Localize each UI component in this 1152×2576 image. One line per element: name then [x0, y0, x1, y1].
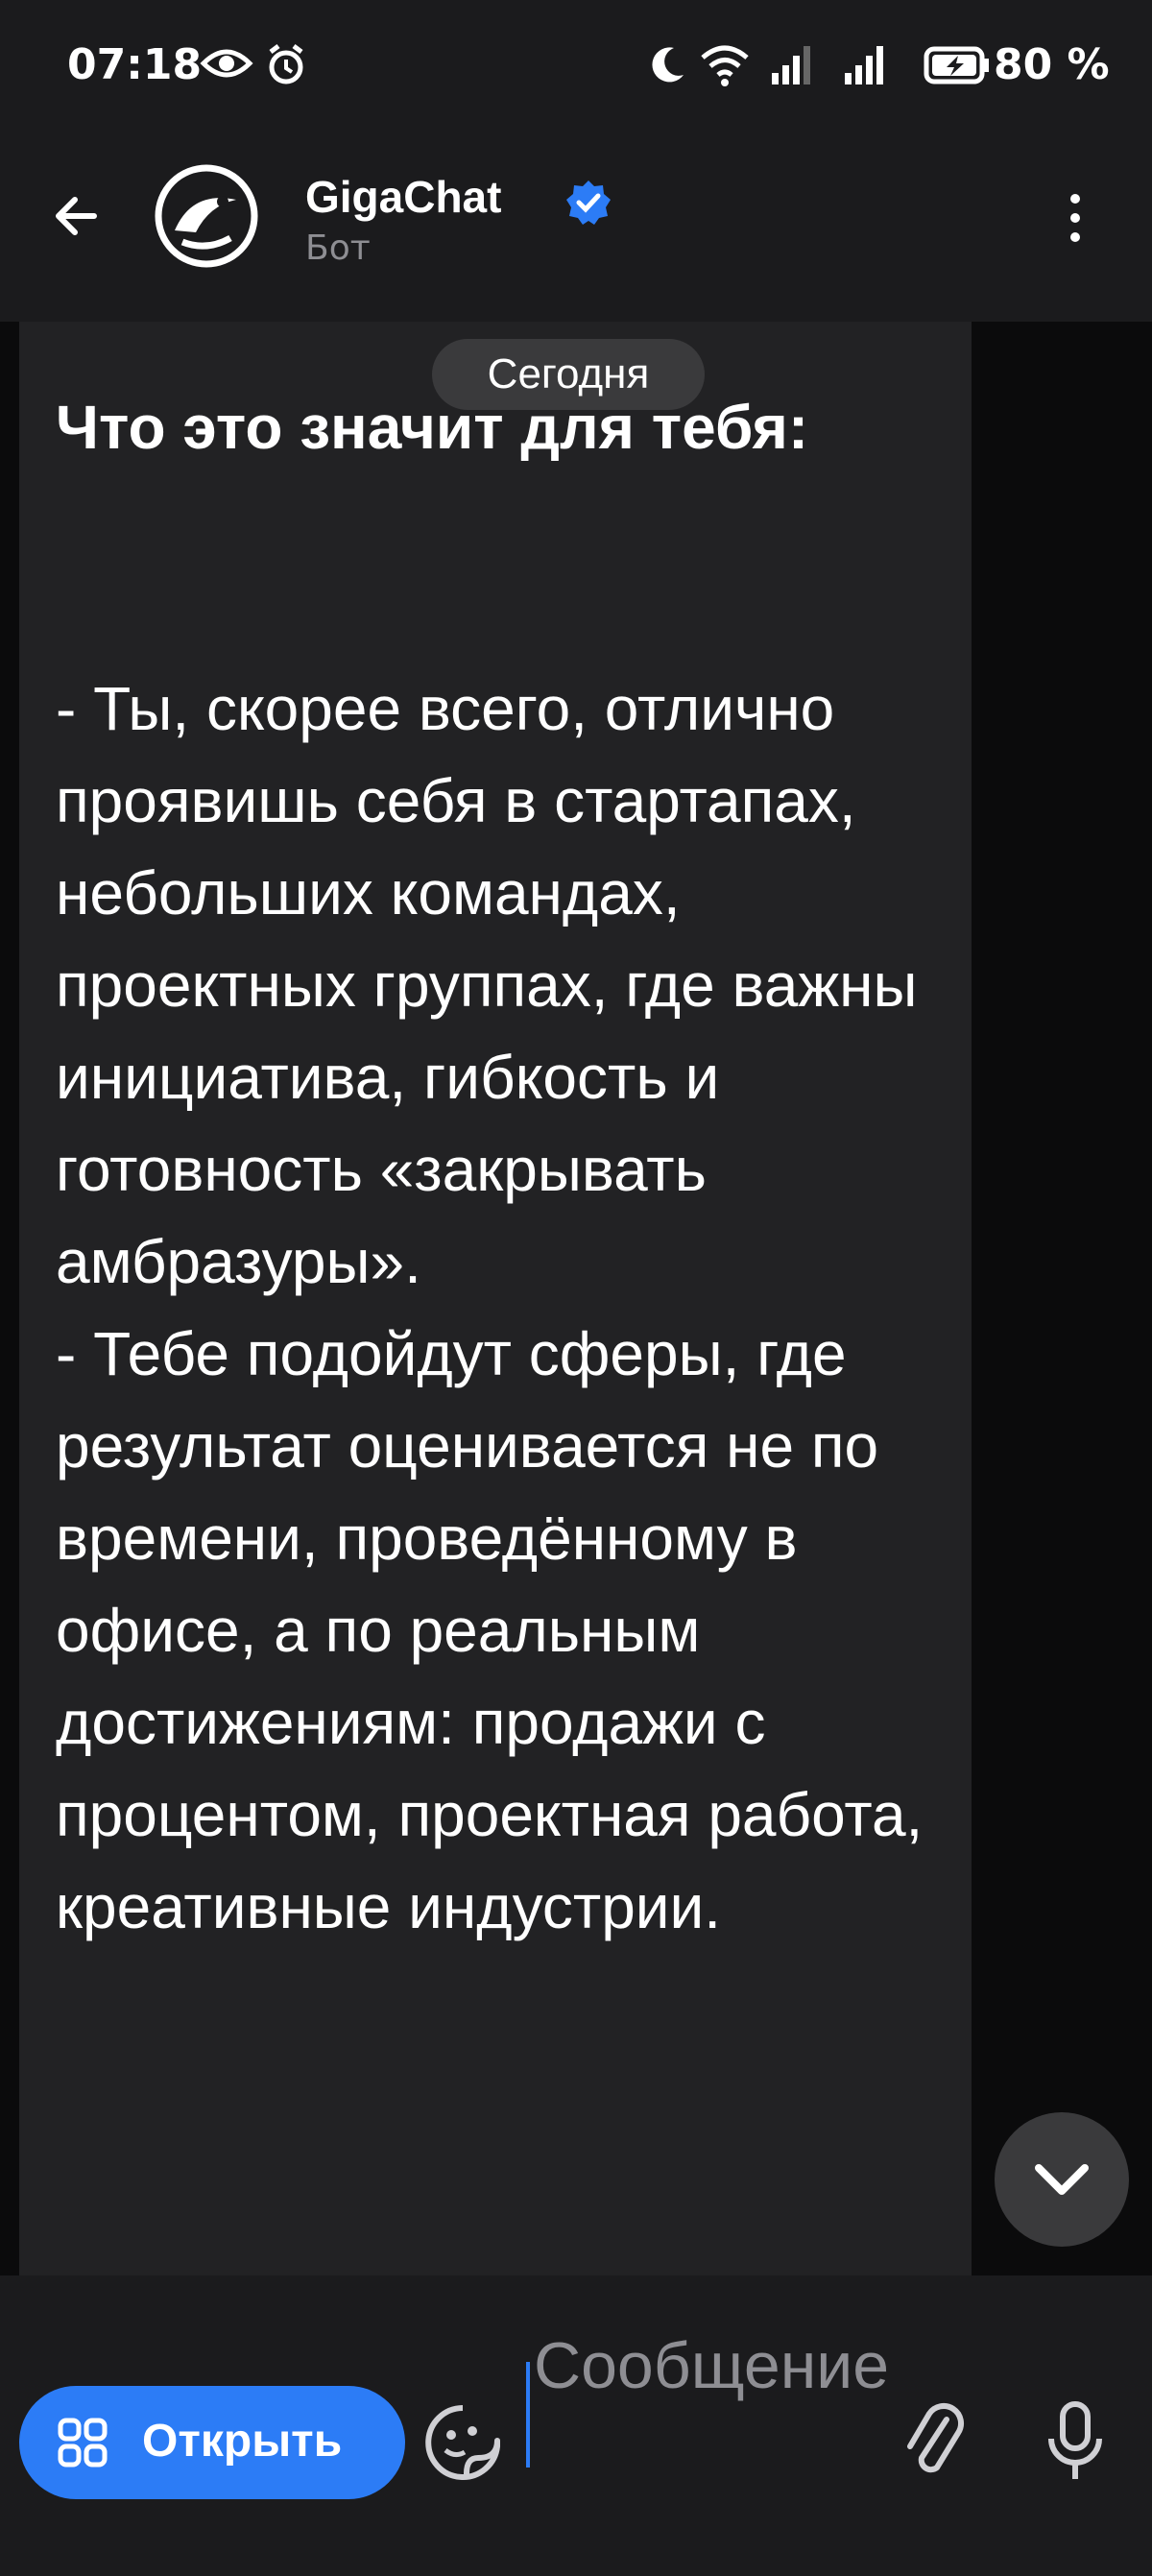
scroll-down-button[interactable]: [995, 2112, 1129, 2247]
signal-icon: [772, 46, 810, 84]
status-bar: 07:18 80 %: [0, 0, 1152, 134]
verified-icon: [566, 181, 611, 225]
more-vert-icon[interactable]: [1056, 194, 1094, 261]
chat-area[interactable]: Что это значит для тебя: - Ты, скорее вс…: [0, 322, 1152, 2275]
message-input[interactable]: Сообщение: [534, 2327, 889, 2404]
signal-icon: [845, 46, 883, 84]
chat-title[interactable]: GigaChat: [305, 171, 501, 223]
date-label: Сегодня: [432, 339, 705, 410]
alarm-icon: [269, 44, 303, 84]
battery-icon: [924, 46, 989, 84]
gigachat-avatar-icon[interactable]: [154, 163, 259, 269]
sticker-icon[interactable]: [422, 2402, 503, 2483]
wifi-icon: [701, 45, 749, 86]
back-arrow-icon[interactable]: [46, 182, 113, 250]
message-bubble[interactable]: Что это значит для тебя: - Ты, скорее вс…: [19, 322, 972, 2275]
chat-subtitle: Бот: [305, 229, 371, 268]
open-button-label: Открыть: [142, 2416, 343, 2467]
apps-icon: [58, 2418, 108, 2468]
message-body: - Ты, скорее всего, отлично проявишь себ…: [56, 674, 924, 1941]
chat-header: GigaChat Бот: [0, 134, 1152, 322]
paperclip-icon[interactable]: [900, 2398, 968, 2485]
eye-icon: [200, 49, 253, 78]
input-bar: Открыть Сообщение: [0, 2275, 1152, 2576]
chevron-down-icon: [1035, 2164, 1089, 2195]
text-caret: [526, 2362, 530, 2468]
open-button[interactable]: Открыть: [19, 2386, 405, 2499]
status-time: 07:18: [67, 40, 203, 89]
microphone-icon[interactable]: [1042, 2398, 1109, 2485]
moon-icon: [652, 47, 684, 83]
battery-percent: 80 %: [994, 40, 1110, 89]
